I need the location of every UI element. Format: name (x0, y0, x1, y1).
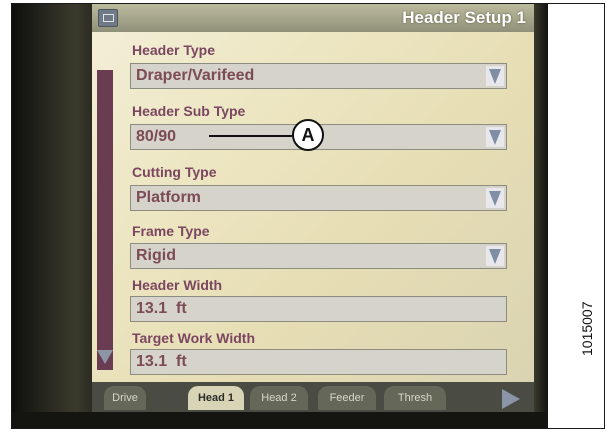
display-screen: Header Setup 1 Header Type Draper/Varife… (92, 4, 534, 412)
target-work-width-label: Target Work Width (132, 330, 256, 346)
display-bezel-right (534, 4, 548, 428)
cutting-type-label: Cutting Type (132, 164, 217, 180)
tab-bar: Drive Head 1 Head 2 Feeder Thresh (92, 382, 534, 412)
figure-id: 1015007 (579, 301, 595, 356)
header-type-value: Draper/Varifeed (136, 67, 255, 84)
frame-type-dropdown[interactable]: Rigid (130, 243, 507, 269)
frame-type-label: Frame Type (132, 223, 210, 239)
dropdown-arrow-icon[interactable] (486, 246, 504, 266)
frame-type-value: Rigid (136, 247, 176, 264)
figure-frame: Header Setup 1 Header Type Draper/Varife… (11, 3, 605, 429)
dropdown-arrow-icon[interactable] (486, 66, 504, 86)
tab-feeder[interactable]: Feeder (318, 386, 376, 410)
header-type-dropdown[interactable]: Draper/Varifeed (130, 63, 507, 89)
scroll-down-arrow-icon[interactable] (97, 350, 113, 364)
header-width-label: Header Width (132, 277, 223, 293)
display-bezel-left (12, 4, 92, 428)
header-width-value: 13.1 ft (136, 300, 187, 317)
header-type-label: Header Type (132, 42, 215, 58)
callout-leader-line (209, 135, 292, 137)
cutting-type-dropdown[interactable]: Platform (130, 185, 507, 211)
tab-thresh[interactable]: Thresh (384, 386, 446, 410)
title-bar: Header Setup 1 (92, 4, 534, 32)
monitor-icon (98, 9, 118, 27)
scrollbar[interactable] (97, 70, 113, 370)
tab-drive[interactable]: Drive (104, 386, 146, 410)
callout-a: A (292, 119, 324, 151)
window-title: Header Setup 1 (402, 8, 526, 27)
display-bezel-bottom (12, 412, 548, 428)
header-sub-type-label: Header Sub Type (132, 103, 246, 119)
header-sub-type-value: 80/90 (136, 128, 177, 145)
target-work-width-input[interactable]: 13.1 ft (130, 349, 507, 375)
next-tab-arrow-icon[interactable] (502, 389, 520, 409)
header-width-input[interactable]: 13.1 ft (130, 296, 507, 322)
dropdown-arrow-icon[interactable] (486, 188, 504, 208)
cutting-type-value: Platform (136, 189, 201, 206)
dropdown-arrow-icon[interactable] (486, 127, 504, 147)
target-work-width-value: 13.1 ft (136, 353, 187, 370)
tab-head-1[interactable]: Head 1 (188, 386, 244, 410)
tab-head-2[interactable]: Head 2 (250, 386, 308, 410)
